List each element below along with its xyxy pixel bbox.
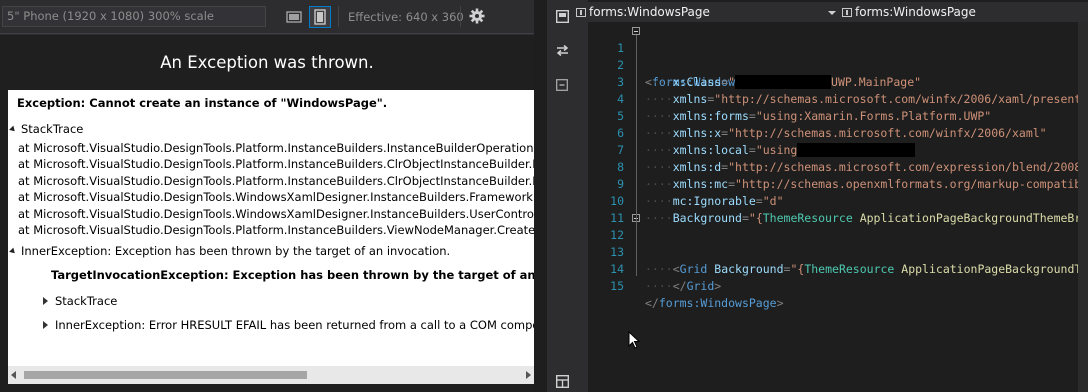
design-view-button[interactable] <box>554 8 570 24</box>
expanded-triangle-icon <box>9 125 17 134</box>
inner-exception-header: TargetInvocationException: Exception has… <box>51 268 534 282</box>
code-line: 13 <box>588 227 1088 259</box>
expanded-triangle-icon <box>9 247 17 256</box>
exception-header: Exception: Cannot create an instance of … <box>17 96 388 110</box>
code-line: 4 ····xmlns:forms="using:Xamarin.Forms.P… <box>588 74 1088 123</box>
chevron-down-icon <box>828 11 836 15</box>
inner-stacktrace-label: StackTrace <box>55 294 118 308</box>
type-navigation-dropdown[interactable]: forms:WindowsPage <box>576 4 838 21</box>
scroll-left-arrow-icon[interactable] <box>11 371 16 379</box>
stacktrace-expander[interactable]: StackTrace <box>9 122 84 136</box>
portrait-orientation-icon <box>314 9 326 25</box>
exception-title: An Exception was thrown. <box>160 53 374 72</box>
element-icon <box>842 8 852 17</box>
vertical-split-button[interactable] <box>554 373 570 389</box>
stacktrace-line: at Microsoft.VisualStudio.DesignTools.Wi… <box>18 207 534 221</box>
toolbar-separator <box>460 6 461 27</box>
collapsed-triangle-icon <box>43 297 48 305</box>
horizontal-scrollbar[interactable] <box>8 366 534 384</box>
exception-details-panel: Exception: Cannot create an instance of … <box>8 90 534 366</box>
editor-navigation-bar: forms:WindowsPage forms:WindowsPage <box>572 2 1088 22</box>
design-view-icon <box>555 9 569 23</box>
landscape-orientation-button[interactable] <box>283 6 305 28</box>
swap-panes-icon <box>556 44 568 56</box>
effective-resolution-label: Effective: 640 x 360 <box>348 10 464 24</box>
scrollbar-thumb[interactable] <box>24 371 307 379</box>
portrait-orientation-button[interactable] <box>309 6 331 28</box>
mouse-cursor-icon <box>628 331 640 349</box>
outline-guide <box>636 35 637 276</box>
code-line: 5 ····xmlns:x="http://schemas.microsoft.… <box>588 91 1088 140</box>
stacktrace-line: at Microsoft.VisualStudio.DesignTools.Pl… <box>18 174 534 188</box>
code-line: 8 ····xmlns:mc="http://schemas.openxmlfo… <box>588 142 1088 191</box>
inner-inner-exception-label: InnerException: Error HRESULT EFAIL has … <box>55 318 534 332</box>
stacktrace-line: at Microsoft.VisualStudio.DesignTools.Pl… <box>18 141 534 155</box>
code-line: 10 ····Background="{ThemeResource Applic… <box>588 176 1088 225</box>
code-line: 3 ····xmlns="http://schemas.microsoft.co… <box>588 57 1088 106</box>
landscape-orientation-icon <box>286 11 302 23</box>
code-line: 6 ····xmlns:local="using <box>588 108 1088 157</box>
pane-splitter[interactable] <box>534 0 547 392</box>
inner-stacktrace-expander[interactable]: StackTrace <box>43 294 117 308</box>
settings-button[interactable] <box>466 5 488 27</box>
code-line: 1 <forms:WindowsPage <box>588 23 1088 89</box>
inner-exception-expander[interactable]: InnerException: Exception has been throw… <box>9 244 451 258</box>
xaml-tag: Grid <box>686 279 715 293</box>
member-navigation-label: forms:WindowsPage <box>855 5 976 19</box>
designer-toolbar: 5" Phone (1920 x 1080) 300% scale Effect… <box>0 0 534 34</box>
pane-toolbar <box>547 0 588 392</box>
device-selector[interactable]: 5" Phone (1920 x 1080) 300% scale <box>2 6 266 27</box>
stacktrace-line: at Microsoft.VisualStudio.DesignTools.Pl… <box>18 157 534 171</box>
scroll-right-arrow-icon[interactable] <box>526 371 531 379</box>
collapsed-triangle-icon <box>43 321 48 329</box>
code-line: 14 ····</Grid> <box>588 244 1088 293</box>
collapse-pane-icon <box>556 79 568 91</box>
swap-panes-button[interactable] <box>554 42 570 58</box>
stacktrace-line: at Microsoft.VisualStudio.DesignTools.Wi… <box>18 190 534 204</box>
xaml-designer-pane: 5" Phone (1920 x 1080) 300% scale Effect… <box>0 0 534 392</box>
xaml-code-editor[interactable]: 1 <forms:WindowsPage 2 ····x:Class=" UWP.… <box>588 22 1088 392</box>
gear-icon <box>469 8 485 24</box>
code-line: 9 ····mc:Ignorable="d" <box>588 159 1088 208</box>
vertical-scrollbar[interactable] <box>1078 22 1088 392</box>
element-icon <box>576 8 586 17</box>
vertical-split-icon <box>555 374 569 388</box>
code-line: 7 ····xmlns:d="http://schemas.microsoft.… <box>588 125 1088 174</box>
inner-exception-label: InnerException: Exception has been throw… <box>21 244 451 258</box>
code-line: 12 ····<Grid Background="{ThemeResource … <box>588 210 1088 276</box>
stacktrace-line: at Microsoft.VisualStudio.DesignTools.Pl… <box>18 223 534 237</box>
inner-inner-exception-expander[interactable]: InnerException: Error HRESULT EFAIL has … <box>43 318 534 332</box>
line-number: 15 <box>610 279 624 293</box>
code-line: 2 ····x:Class=" UWP.MainPage" <box>588 40 1088 89</box>
stacktrace-label: StackTrace <box>21 122 84 136</box>
code-line: 15 </forms:WindowsPage> <box>588 261 1088 310</box>
type-navigation-label: forms:WindowsPage <box>589 5 710 19</box>
toolbar-separator <box>338 6 339 27</box>
xaml-tag: forms:WindowsPage <box>658 296 777 310</box>
code-line: 11 <box>588 193 1088 225</box>
member-navigation-dropdown[interactable]: forms:WindowsPage <box>842 4 1088 21</box>
collapse-pane-button[interactable] <box>554 77 570 93</box>
designer-canvas: An Exception was thrown. Exception: Cann… <box>0 35 534 392</box>
collapse-region-icon[interactable] <box>632 27 640 35</box>
